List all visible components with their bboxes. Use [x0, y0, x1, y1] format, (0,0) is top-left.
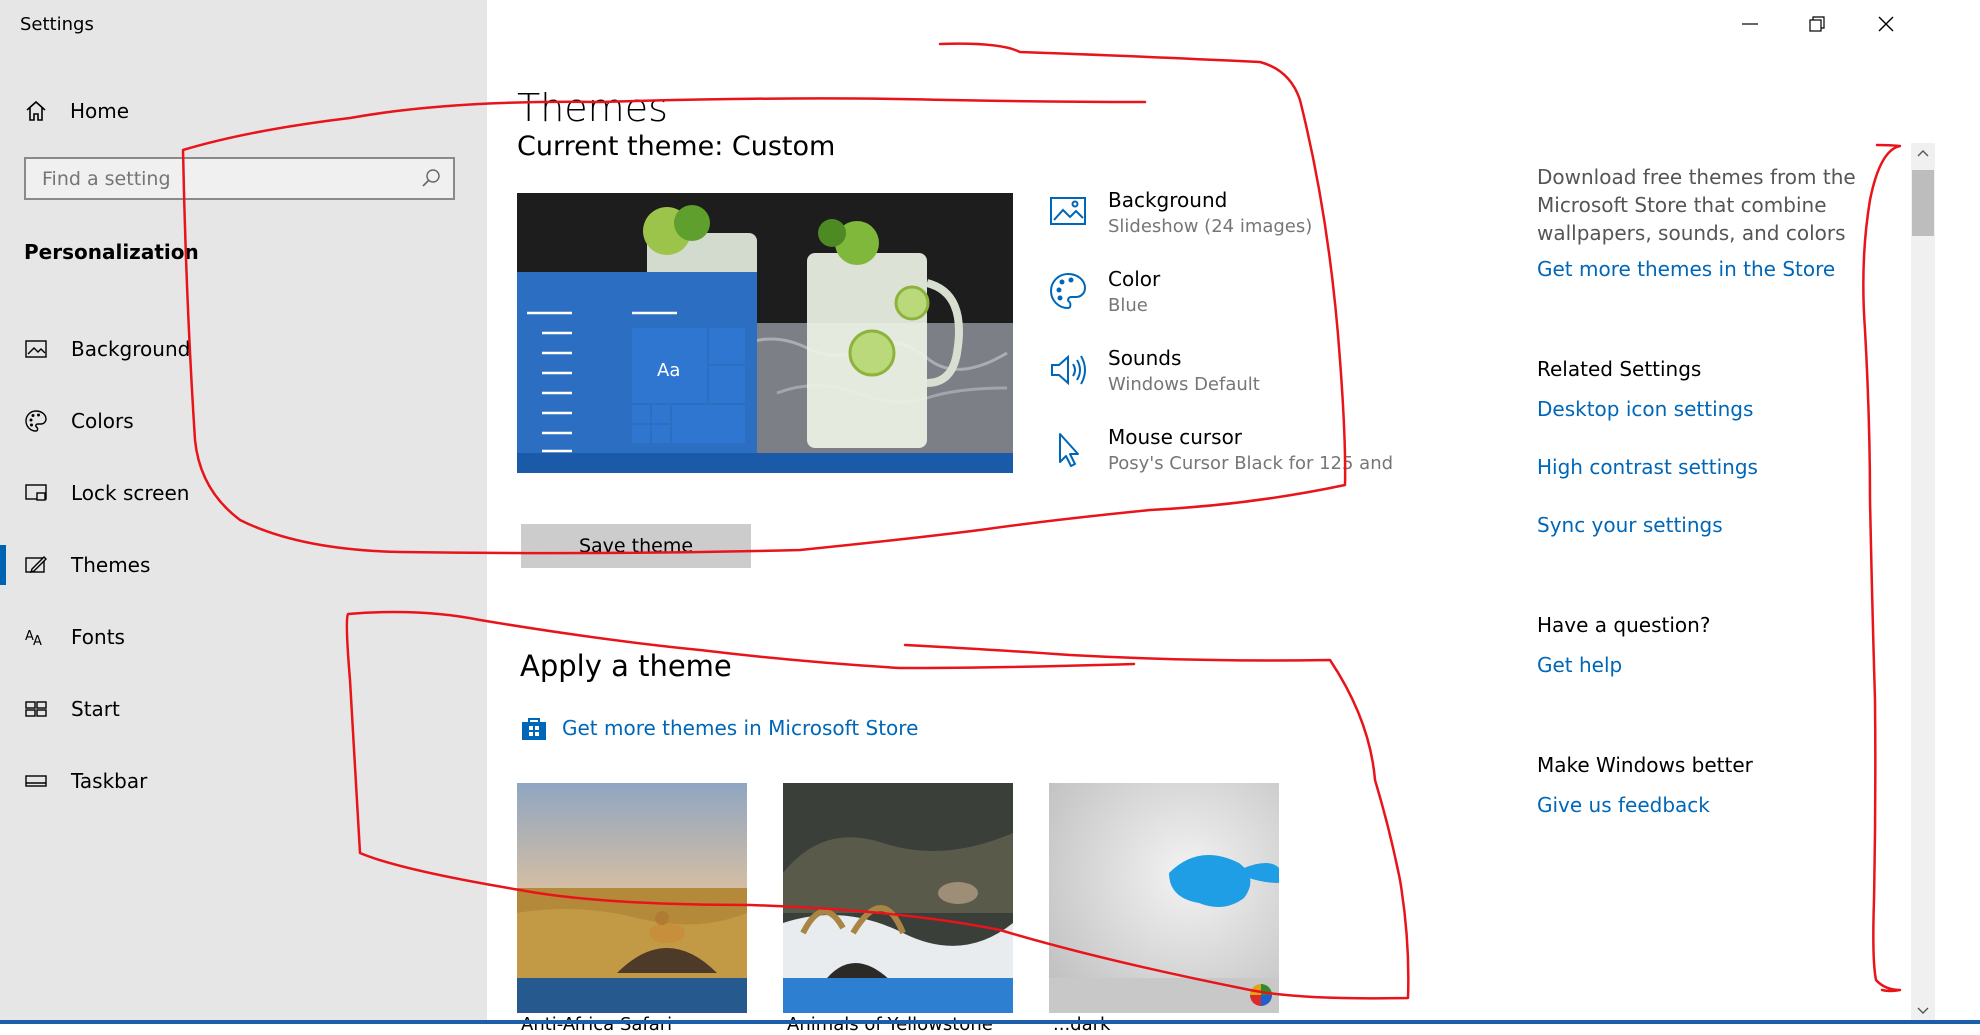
- preview-tile-label: Aa: [657, 360, 680, 381]
- scrollbar-thumb[interactable]: [1912, 170, 1934, 236]
- setting-value: Slideshow (24 images): [1108, 216, 1313, 237]
- app-title: Settings: [20, 14, 94, 35]
- sync-settings-link[interactable]: Sync your settings: [1537, 513, 1723, 537]
- store-link-label: Get more themes in Microsoft Store: [562, 716, 919, 740]
- sidebar-item-label: Taskbar: [71, 769, 148, 793]
- microsoft-store-link[interactable]: Get more themes in Microsoft Store: [520, 714, 918, 742]
- sidebar-item-fonts[interactable]: A A Fonts: [0, 617, 487, 657]
- lock-screen-icon: [25, 484, 47, 501]
- desktop-icon-settings-link[interactable]: Desktop icon settings: [1537, 397, 1753, 421]
- sidebar: Settings Home Personalization Background…: [0, 0, 487, 1024]
- give-feedback-link[interactable]: Give us feedback: [1537, 793, 1710, 817]
- theme-preview-image: Aa: [517, 193, 1013, 473]
- theme-thumbnail-label: Animals of Yellowstone: [787, 1014, 993, 1035]
- sidebar-item-start[interactable]: Start: [0, 689, 487, 729]
- current-theme-label: Current theme: Custom: [517, 131, 836, 162]
- theme-thumbnail[interactable]: [1049, 783, 1279, 1013]
- related-settings-heading: Related Settings: [1537, 357, 1702, 381]
- theme-thumbnail-image: [1049, 783, 1279, 1013]
- search-icon[interactable]: [421, 168, 441, 188]
- theme-thumbnail-label: Anti-Africa Safari: [521, 1014, 673, 1035]
- speaker-icon: [1051, 354, 1086, 386]
- apply-theme-heading: Apply a theme: [520, 649, 732, 683]
- sidebar-item-label: Fonts: [71, 625, 125, 649]
- picture-icon: [1050, 197, 1086, 225]
- home-icon: [26, 100, 46, 121]
- fonts-icon: A A: [25, 629, 42, 649]
- setting-name: Color: [1108, 267, 1161, 291]
- theme-preview: Aa: [517, 193, 1013, 473]
- theme-thumbnail-image: [783, 783, 1013, 1013]
- palette-icon: [25, 410, 47, 432]
- question-heading: Have a question?: [1537, 613, 1711, 637]
- cursor-icon: [1059, 433, 1079, 467]
- close-icon[interactable]: [1874, 12, 1898, 36]
- svg-text:A: A: [33, 634, 42, 649]
- theme-thumbnail-image: [517, 783, 747, 1013]
- store-icon: [522, 718, 546, 740]
- home-label: Home: [70, 99, 130, 123]
- sidebar-item-label: Themes: [71, 553, 151, 577]
- save-theme-button[interactable]: Save theme: [521, 524, 751, 568]
- home-nav-item[interactable]: Home: [24, 96, 129, 126]
- make-windows-better-heading: Make Windows better: [1537, 753, 1753, 777]
- section-title: Personalization: [24, 240, 199, 264]
- sidebar-item-lock-screen[interactable]: Lock screen: [0, 473, 487, 513]
- taskbar-icon: [25, 775, 47, 787]
- picture-icon: [25, 340, 47, 358]
- taskbar-edge: [0, 1020, 1980, 1024]
- themes-icon: [25, 556, 47, 574]
- search-box[interactable]: [24, 157, 455, 200]
- sidebar-item-taskbar[interactable]: Taskbar: [0, 761, 487, 801]
- sidebar-item-label: Background: [71, 337, 191, 361]
- scroll-down-icon[interactable]: [1915, 1002, 1931, 1018]
- theme-thumbnail-label: ...dark: [1053, 1014, 1111, 1035]
- setting-name: Sounds: [1108, 346, 1182, 370]
- sidebar-item-themes[interactable]: Themes: [0, 545, 487, 585]
- scroll-up-icon[interactable]: [1915, 146, 1931, 162]
- start-icon: [25, 701, 47, 717]
- theme-thumbnail[interactable]: [517, 783, 747, 1013]
- scrollbar-track[interactable]: [1911, 143, 1935, 1024]
- theme-thumbnail[interactable]: [783, 783, 1013, 1013]
- setting-value: Posy's Cursor Black for 125 and: [1108, 453, 1394, 474]
- sidebar-item-background[interactable]: Background: [0, 329, 487, 369]
- sidebar-item-label: Colors: [71, 409, 134, 433]
- get-themes-store-link[interactable]: Get more themes in the Store: [1537, 257, 1835, 281]
- setting-name: Mouse cursor: [1108, 425, 1243, 449]
- sidebar-item-label: Start: [71, 697, 120, 721]
- minimize-icon[interactable]: [1738, 12, 1762, 36]
- restore-icon[interactable]: [1805, 12, 1829, 36]
- active-indicator: [0, 545, 6, 585]
- sidebar-item-label: Lock screen: [71, 481, 190, 505]
- high-contrast-settings-link[interactable]: High contrast settings: [1537, 455, 1758, 479]
- setting-value: Blue: [1108, 295, 1148, 316]
- setting-name: Background: [1108, 188, 1228, 212]
- page-title: Themes: [517, 86, 668, 130]
- get-help-link[interactable]: Get help: [1537, 653, 1622, 677]
- setting-value: Windows Default: [1108, 374, 1260, 395]
- search-input[interactable]: [26, 159, 424, 199]
- palette-icon: [1050, 272, 1087, 310]
- sidebar-item-colors[interactable]: Colors: [0, 401, 487, 441]
- store-description: Download free themes from the Microsoft …: [1537, 165, 1856, 245]
